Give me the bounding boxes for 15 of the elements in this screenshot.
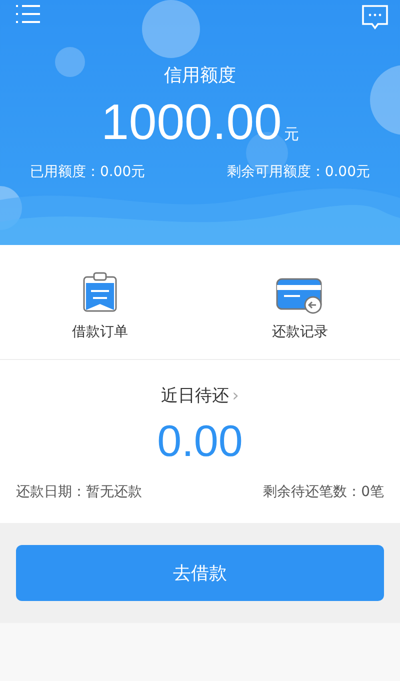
clipboard-icon bbox=[81, 271, 119, 315]
repayment-date-text: 还款日期：暂无还款 bbox=[16, 483, 142, 501]
credit-limit-title: 信用额度 bbox=[163, 64, 237, 87]
menu-icon bbox=[16, 4, 42, 24]
upcoming-repayment-link[interactable]: 近日待还 › bbox=[161, 384, 239, 407]
card-return-icon bbox=[276, 277, 324, 315]
shortcut-button[interactable]: 借款订单 bbox=[40, 261, 160, 341]
credit-amount: 1000.00 bbox=[101, 93, 282, 151]
currency-unit: 元 bbox=[284, 125, 299, 144]
shortcut-button[interactable]: 还款记录 bbox=[240, 261, 360, 341]
remaining-limit-text: 剩余可用额度：0.00元 bbox=[226, 163, 370, 181]
used-limit-text: 已用额度：0.00元 bbox=[30, 163, 146, 181]
chat-bubble-icon bbox=[362, 4, 388, 30]
pending-count-text: 剩余待还笔数：0笔 bbox=[263, 483, 384, 501]
repayment-amount: 0.00 bbox=[156, 417, 244, 467]
